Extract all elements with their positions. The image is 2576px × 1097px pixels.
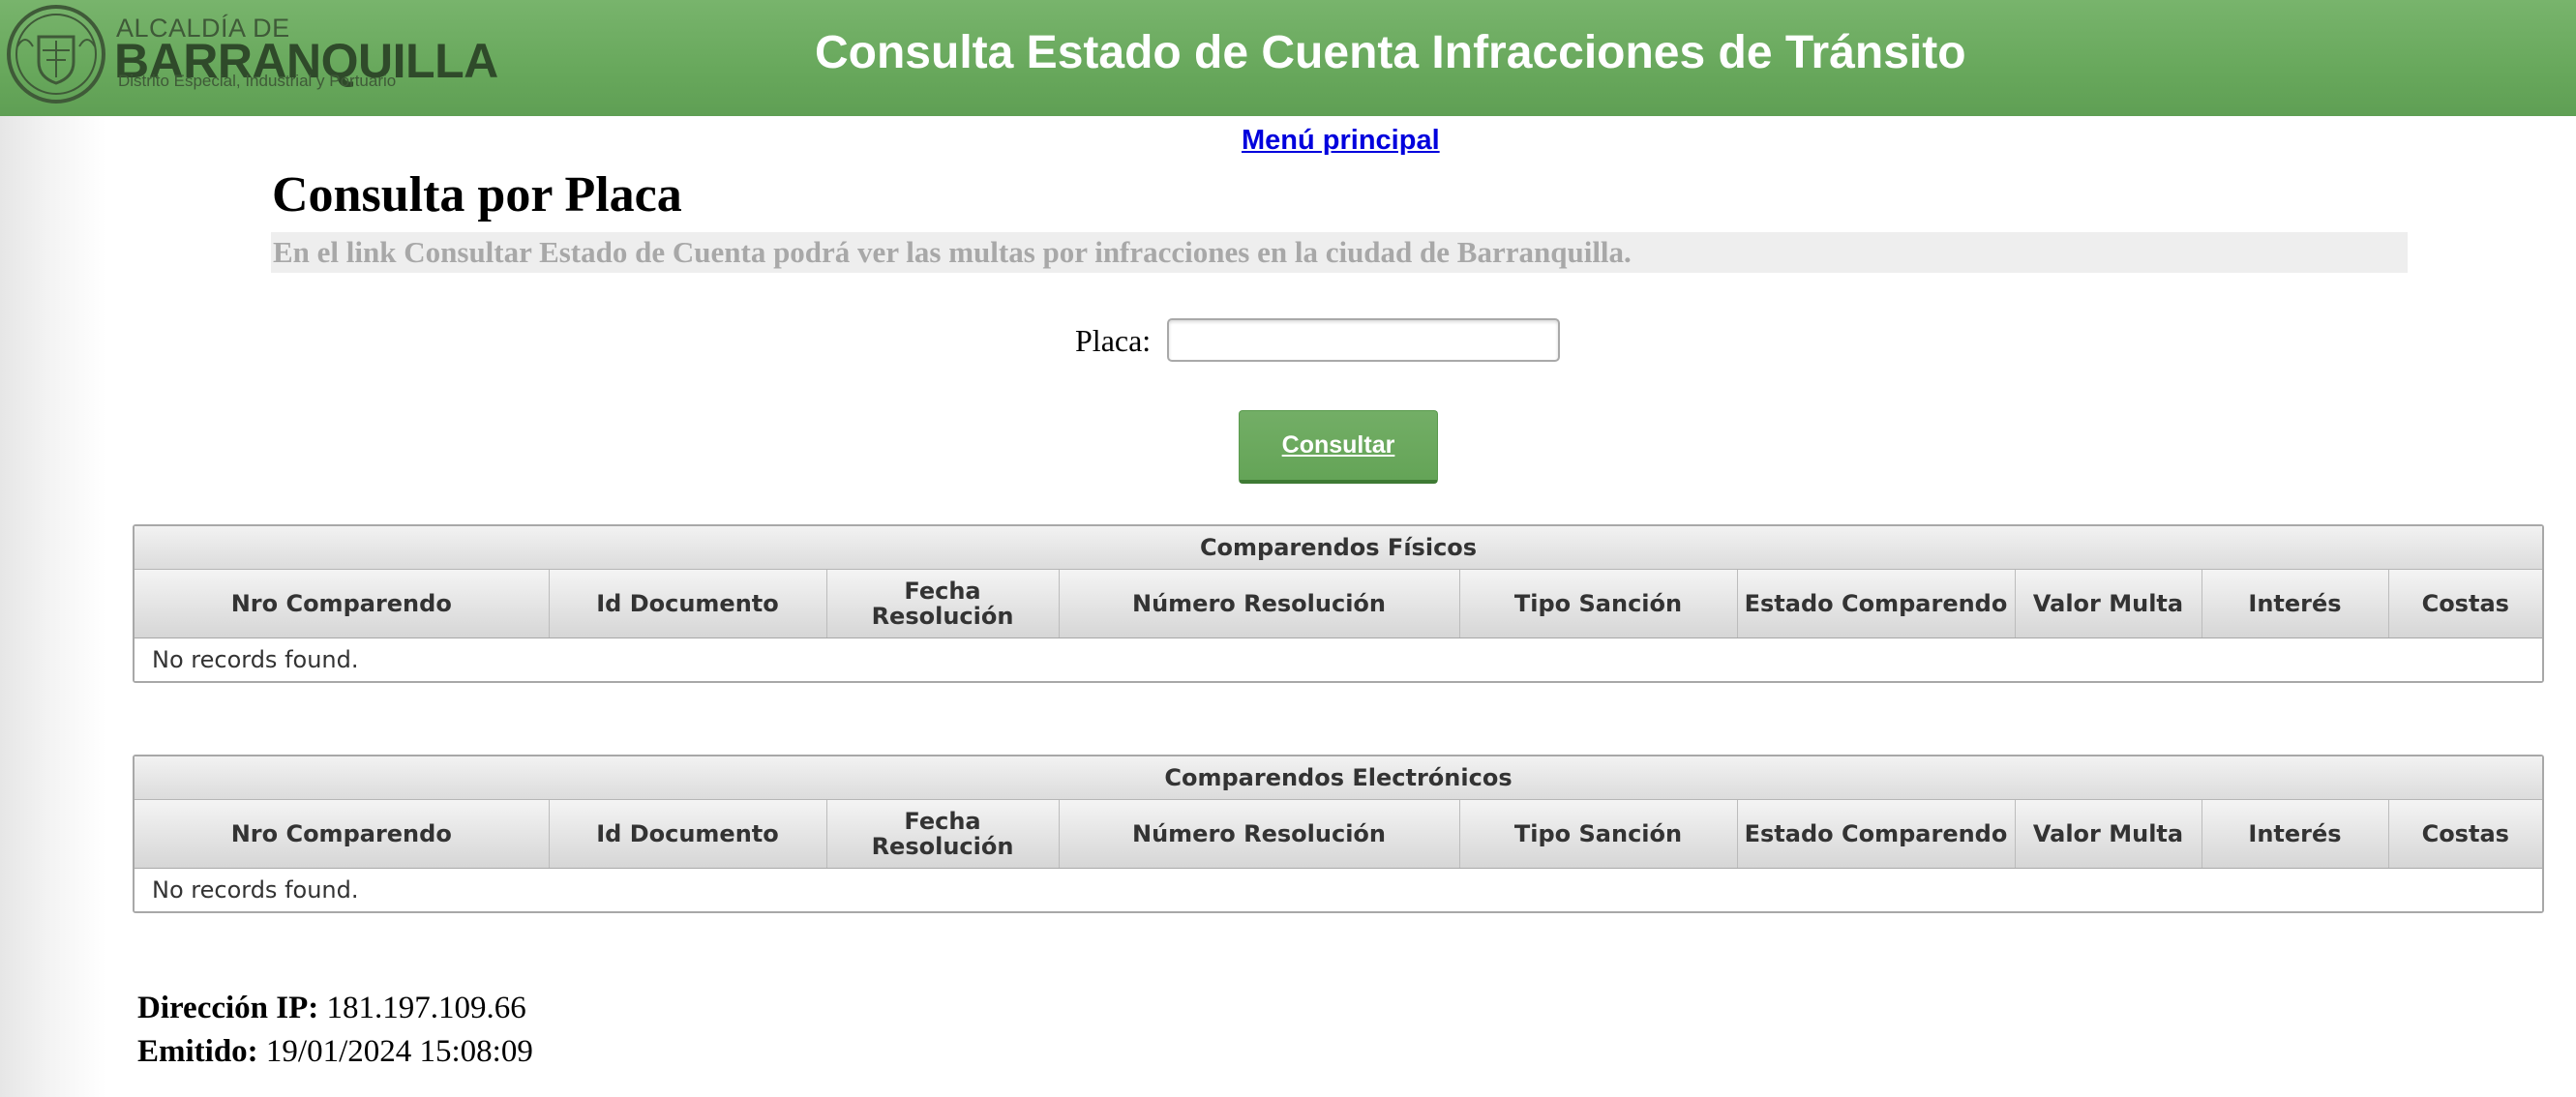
comparendos-fisicos-table: Comparendos Físicos Nro Comparendo Id Do… <box>133 524 2544 683</box>
column-header-fecha-resolucion[interactable]: Fecha Resolución <box>826 570 1060 638</box>
emitido-value: 19/01/2024 15:08:09 <box>265 1034 533 1069</box>
column-header-interes[interactable]: Interés <box>2202 570 2389 638</box>
alcaldia-logo[interactable]: ALCALDÍA DE BARRANQUILLA Distrito Especi… <box>4 4 498 104</box>
column-header-id-documento[interactable]: Id Documento <box>549 800 827 869</box>
comparendos-electronicos-table: Comparendos Electrónicos Nro Comparendo … <box>133 755 2544 913</box>
column-header-numero-resolucion[interactable]: Número Resolución <box>1059 570 1460 638</box>
column-header-interes[interactable]: Interés <box>2202 800 2389 869</box>
page-description: En el link Consultar Estado de Cuenta po… <box>271 232 2408 273</box>
column-header-nro-comparendo[interactable]: Nro Comparendo <box>135 570 550 638</box>
column-header-id-documento[interactable]: Id Documento <box>549 570 827 638</box>
table-caption: Comparendos Físicos <box>135 526 2542 570</box>
column-header-estado-comparendo[interactable]: Estado Comparendo <box>1737 800 2016 869</box>
menu-principal-link[interactable]: Menú principal <box>1242 125 1440 157</box>
banner-title: Consulta Estado de Cuenta Infracciones d… <box>815 27 1966 78</box>
footer-info: Dirección IP: 181.197.109.66 Emitido: 19… <box>137 987 533 1074</box>
column-header-costas[interactable]: Costas <box>2388 570 2542 638</box>
emitido-line: Emitido: 19/01/2024 15:08:09 <box>137 1030 533 1074</box>
placa-input[interactable] <box>1167 318 1560 362</box>
ip-label: Dirección IP: <box>137 991 319 1025</box>
barranquilla-seal-icon <box>7 5 105 104</box>
column-header-costas[interactable]: Costas <box>2388 800 2542 869</box>
empty-message: No records found. <box>135 868 2542 911</box>
empty-message: No records found. <box>135 637 2542 681</box>
column-header-valor-multa[interactable]: Valor Multa <box>2015 570 2202 638</box>
table-row-empty: No records found. <box>135 637 2542 681</box>
column-header-tipo-sancion[interactable]: Tipo Sanción <box>1459 800 1738 869</box>
column-header-fecha-resolucion[interactable]: Fecha Resolución <box>826 800 1060 869</box>
column-header-valor-multa[interactable]: Valor Multa <box>2015 800 2202 869</box>
table-caption: Comparendos Electrónicos <box>135 756 2542 800</box>
ip-line: Dirección IP: 181.197.109.66 <box>137 987 533 1030</box>
emitido-label: Emitido: <box>137 1034 258 1069</box>
consultar-button[interactable]: Consultar <box>1239 410 1438 484</box>
column-header-estado-comparendo[interactable]: Estado Comparendo <box>1737 570 2016 638</box>
placa-label: Placa: <box>1075 323 1152 358</box>
page-title: Consulta por Placa <box>272 167 682 222</box>
header-banner: ALCALDÍA DE BARRANQUILLA Distrito Especi… <box>0 0 2576 116</box>
page-side-shade <box>0 116 106 1097</box>
column-header-numero-resolucion[interactable]: Número Resolución <box>1059 800 1460 869</box>
logo-text-distrito: Distrito Especial, Industrial y Portuari… <box>118 72 397 90</box>
column-header-nro-comparendo[interactable]: Nro Comparendo <box>135 800 550 869</box>
column-header-tipo-sancion[interactable]: Tipo Sanción <box>1459 570 1738 638</box>
ip-value: 181.197.109.66 <box>326 991 526 1025</box>
table-row-empty: No records found. <box>135 868 2542 911</box>
